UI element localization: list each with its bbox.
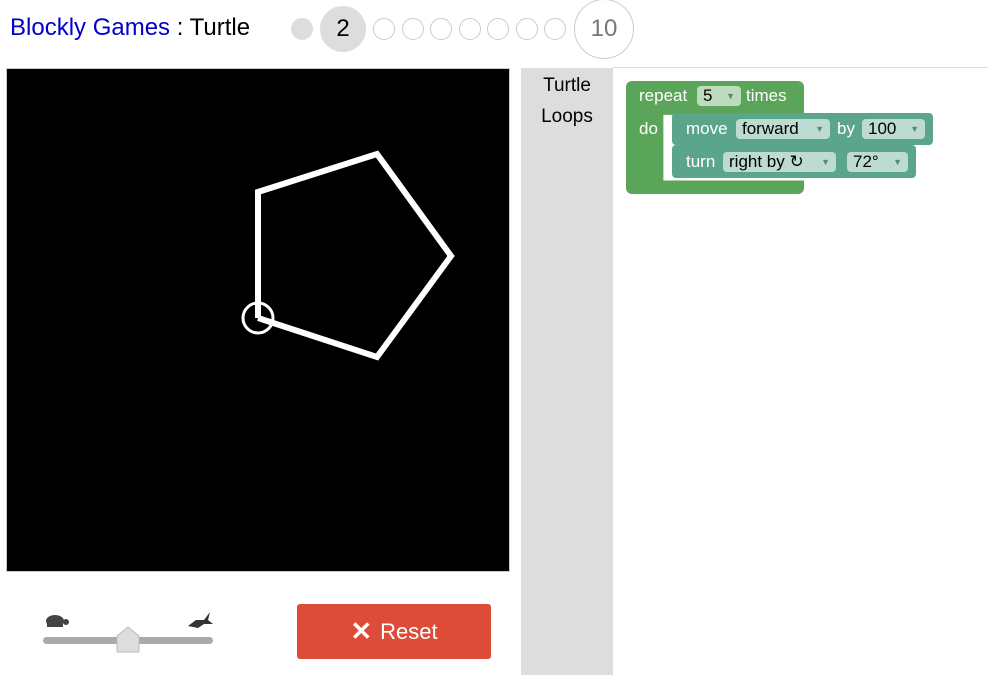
level-8-button[interactable] — [516, 18, 538, 40]
reset-button[interactable]: ✕ Reset — [297, 604, 491, 659]
page-title: Blockly Games : Turtle — [10, 14, 250, 42]
reset-label: Reset — [380, 618, 438, 644]
do-label: do — [639, 119, 658, 138]
level-9-button[interactable] — [544, 18, 566, 40]
move-direction-field[interactable]: forward ▼ — [736, 119, 830, 139]
level-3-button[interactable] — [373, 18, 395, 40]
app-link[interactable]: Blockly Games — [10, 14, 170, 41]
move-amount-field[interactable]: 100 ▼ — [862, 119, 925, 139]
by-label: by — [837, 119, 855, 138]
level-2-button[interactable]: 2 — [320, 6, 366, 52]
dropdown-arrow-icon: ▼ — [726, 91, 735, 101]
turtle-icon — [43, 612, 71, 633]
toolbox-category-turtle[interactable]: Turtle — [521, 75, 613, 97]
repeat-label: repeat — [639, 86, 688, 105]
title-separator: : — [170, 14, 190, 41]
turn-direction-field[interactable]: right by ↻ ▼ — [723, 152, 836, 172]
turn-angle-field[interactable]: 72° ▼ — [847, 152, 908, 172]
toolbox-category-loops[interactable]: Loops — [521, 106, 613, 128]
level-1-button[interactable] — [291, 18, 313, 40]
rabbit-icon — [186, 608, 214, 635]
speed-slider-thumb[interactable] — [116, 626, 140, 659]
level-7-button[interactable] — [487, 18, 509, 40]
toolbox: Turtle Loops — [521, 68, 613, 675]
level-4-button[interactable] — [402, 18, 424, 40]
level-6-button[interactable] — [459, 18, 481, 40]
level-5-button[interactable] — [430, 18, 452, 40]
pentagon-path — [255, 150, 455, 361]
drawing-svg — [241, 150, 455, 361]
turtle-canvas — [6, 68, 510, 572]
repeat-count-field[interactable]: 5 ▼ — [697, 86, 741, 106]
times-label: times — [746, 86, 787, 105]
x-icon: ✕ — [350, 616, 373, 646]
game-name: Turtle — [189, 14, 251, 41]
move-label: move — [686, 119, 728, 138]
level-10-button[interactable]: 10 — [574, 0, 634, 59]
turn-label: turn — [686, 152, 716, 171]
blockly-workspace[interactable]: repeat 5 ▼ times do move forward ▼ by 100 ▼… — [613, 67, 988, 676]
